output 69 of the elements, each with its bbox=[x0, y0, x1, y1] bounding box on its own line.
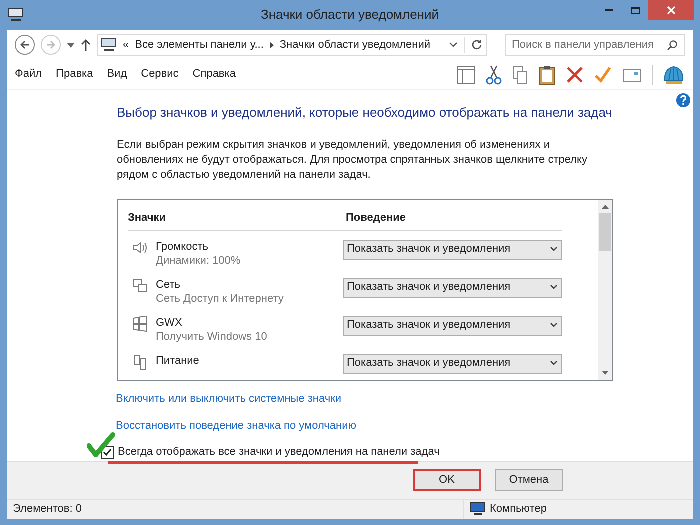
dialog-button[interactable]: Отмена bbox=[495, 469, 563, 491]
copy-icon[interactable] bbox=[512, 64, 528, 84]
menu-item[interactable]: Вид bbox=[107, 66, 128, 83]
layout-panel-icon[interactable] bbox=[456, 64, 476, 84]
scroll-up-icon[interactable] bbox=[602, 205, 608, 209]
dialog-button[interactable]: OK bbox=[413, 469, 481, 491]
delete-x-icon[interactable] bbox=[566, 66, 584, 84]
checkmark-icon[interactable] bbox=[594, 66, 612, 84]
breadcrumb-arrow-icon bbox=[270, 42, 274, 48]
behavior-dropdown[interactable]: Показать значок и уведомления bbox=[343, 240, 562, 260]
item-name: GWX bbox=[156, 316, 184, 330]
menu-item[interactable]: Файл bbox=[15, 66, 42, 83]
settings-link[interactable]: Включить или выключить системные значки bbox=[116, 391, 342, 408]
chevron-down-icon bbox=[550, 323, 558, 328]
page-heading: Выбор значков и уведомлений, которые необходимо отображать на панели задач bbox=[117, 104, 612, 122]
speaker-icon bbox=[132, 240, 148, 256]
description-text: Если выбран режим скрытия значков и уведомлений, уведомления об изменениях и обновлениях не будут отображаться. Для просмотра спрятанных значков щелкните стрелку рядом с областью уведомлений на панели задач. bbox=[117, 138, 588, 183]
dropdown-caret-icon[interactable] bbox=[67, 42, 75, 48]
close-button[interactable] bbox=[648, 0, 694, 20]
search-field[interactable]: Поиск в панели управления bbox=[505, 34, 685, 56]
windows-logo-icon bbox=[132, 316, 148, 332]
refresh-icon[interactable] bbox=[471, 39, 483, 51]
item-name: Громкость bbox=[156, 240, 210, 254]
address-bar[interactable]: « Все элементы панели у... Значки области уведомлений bbox=[97, 34, 487, 56]
column-header: Значки bbox=[128, 211, 168, 226]
left-arrow-icon bbox=[20, 40, 30, 50]
menu-item[interactable]: Справка bbox=[192, 66, 236, 83]
scrollbar-thumb[interactable] bbox=[599, 213, 611, 251]
item-detail: Сеть Доступ к Интернету bbox=[156, 292, 284, 306]
close-icon bbox=[666, 6, 676, 14]
battery-icon bbox=[132, 354, 148, 370]
behavior-dropdown[interactable]: Показать значок и уведомления bbox=[343, 278, 562, 298]
item-detail: Получить Windows 10 bbox=[156, 330, 268, 344]
scroll-down-icon[interactable] bbox=[602, 371, 608, 375]
scrollbar[interactable] bbox=[598, 200, 612, 380]
right-arrow-icon bbox=[46, 40, 56, 50]
item-name: Сеть bbox=[156, 278, 182, 292]
chevron-down-icon bbox=[550, 247, 558, 252]
search-icon bbox=[667, 40, 678, 50]
breadcrumb-item[interactable]: Значки области уведомлений bbox=[280, 36, 431, 54]
behavior-dropdown[interactable]: Показать значок и уведомления bbox=[343, 354, 562, 374]
checkbox-label: Всегда отображать все значки и уведомления на панели задач bbox=[118, 445, 440, 460]
column-header: Поведение bbox=[346, 211, 406, 226]
check-icon bbox=[103, 448, 112, 457]
checkmark-annotation-icon bbox=[87, 432, 115, 458]
status-text: Элементов: 0 bbox=[13, 502, 82, 517]
computer-icon bbox=[101, 38, 117, 52]
settings-link[interactable]: Восстановить поведение значка по умолчанию bbox=[116, 418, 356, 434]
chevron-down-icon bbox=[550, 361, 558, 366]
breadcrumb-item[interactable]: Все элементы панели у... bbox=[135, 36, 264, 54]
clipboard-icon[interactable] bbox=[538, 64, 556, 84]
network-icon bbox=[132, 278, 148, 294]
item-name: Питание bbox=[156, 354, 200, 368]
window-icon[interactable] bbox=[622, 66, 642, 82]
window-title: Значки области уведомлений bbox=[260, 6, 440, 24]
chevron-down-icon bbox=[550, 285, 558, 290]
behavior-dropdown[interactable]: Показать значок и уведомления bbox=[343, 316, 562, 336]
item-detail: Динамики: 100% bbox=[156, 254, 241, 268]
help-icon[interactable] bbox=[676, 93, 691, 108]
scissors-icon[interactable] bbox=[486, 64, 502, 84]
chevron-down-icon[interactable] bbox=[449, 42, 458, 48]
status-location: Компьютер bbox=[490, 502, 547, 517]
computer-icon bbox=[470, 502, 486, 516]
up-arrow-icon[interactable] bbox=[81, 39, 91, 51]
menu-item[interactable]: Сервис bbox=[141, 66, 179, 83]
computer-icon bbox=[8, 8, 24, 22]
menu-item[interactable]: Правка bbox=[56, 66, 94, 83]
breadcrumb-item[interactable]: « bbox=[123, 36, 130, 54]
back-button[interactable] bbox=[15, 35, 35, 55]
